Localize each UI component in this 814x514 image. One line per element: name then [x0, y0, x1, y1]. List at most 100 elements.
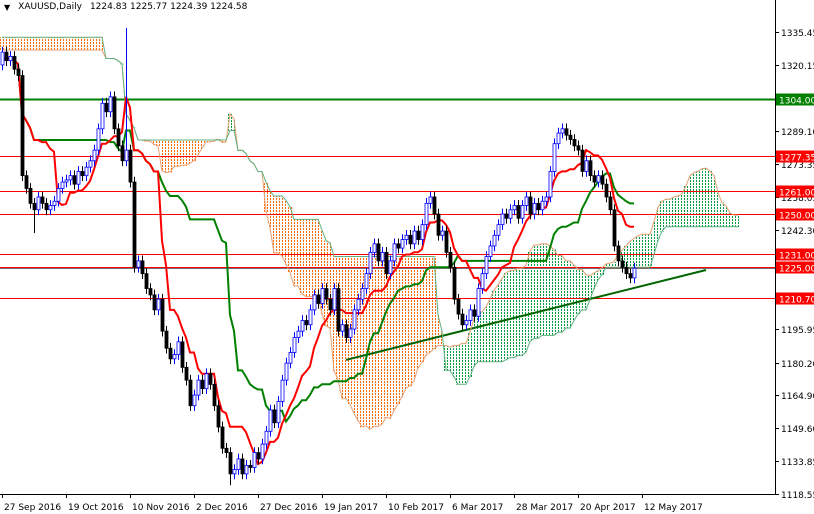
candle-body — [628, 273, 633, 279]
candle — [284, 357, 289, 386]
candle — [536, 198, 541, 216]
candle-body — [284, 362, 289, 381]
candle — [476, 283, 481, 322]
cloud-segment — [536, 244, 540, 339]
candle — [484, 251, 489, 279]
cloud-segment — [412, 256, 416, 382]
cloud-segment — [640, 234, 644, 268]
cloud-segment — [720, 202, 724, 228]
cloud-segment — [732, 215, 736, 228]
candle — [464, 315, 469, 331]
cloud-segment — [664, 199, 668, 228]
candle-body — [452, 266, 457, 300]
candle-body — [416, 230, 421, 240]
candle — [424, 198, 429, 230]
candle-body — [308, 309, 313, 326]
candle — [580, 144, 585, 177]
candle-body — [136, 260, 141, 268]
price-chart[interactable]: 1335.451320.151289.101273.351258.051242.… — [0, 0, 814, 514]
candle — [304, 315, 309, 331]
candle — [556, 127, 561, 150]
candle — [548, 166, 553, 203]
candle-body — [236, 458, 241, 471]
candle-body — [568, 134, 573, 140]
cloud-segment — [572, 265, 576, 322]
candle-body — [480, 273, 485, 289]
candle — [524, 191, 529, 211]
cloud-segment — [372, 256, 376, 427]
candle-body — [12, 55, 17, 70]
candle-body — [256, 452, 261, 460]
candle — [44, 198, 49, 216]
cloud-segment — [356, 256, 360, 421]
candle-body — [96, 128, 101, 151]
candle-body — [364, 273, 369, 289]
candle-body — [276, 401, 281, 424]
cloud-segment — [580, 269, 584, 311]
candle-body — [144, 273, 149, 289]
price-tick-label: 1164.90 — [781, 392, 814, 402]
cloud-segment — [36, 37, 40, 51]
candle — [208, 368, 213, 390]
level-label: 1231.00 — [779, 252, 814, 262]
candle-body — [548, 171, 553, 198]
cloud-segment — [684, 185, 688, 228]
cloud-segment — [668, 199, 672, 228]
cloud-segment — [296, 219, 300, 287]
cloud-segment — [460, 343, 464, 385]
candle-body — [476, 288, 481, 317]
candle — [272, 404, 277, 429]
candle-body — [156, 298, 161, 311]
candle-body — [600, 175, 605, 185]
candle-body — [420, 224, 425, 240]
cloud-segment — [504, 272, 508, 361]
cloud-segment — [288, 206, 292, 273]
candle-body — [500, 213, 505, 226]
cloud-segment — [452, 345, 456, 378]
cloud-segment — [512, 270, 516, 359]
candle — [336, 283, 341, 337]
cloud-segment — [676, 195, 680, 228]
candle-body — [192, 394, 197, 407]
candle-body — [48, 205, 53, 211]
candle — [84, 161, 89, 181]
candle — [404, 229, 409, 245]
cloud-segment — [176, 139, 180, 167]
cloud-segment — [380, 256, 384, 425]
time-tick-label: 28 Mar 2017 — [516, 503, 573, 513]
candle-body — [244, 464, 249, 475]
cloud-segment — [96, 37, 100, 51]
chart-header: ▼ XAUUSD,Daily 1224.83 1225.77 1224.39 1… — [4, 2, 247, 12]
candle — [428, 191, 433, 209]
candle — [604, 178, 609, 203]
price-tick-label: 1242.30 — [781, 227, 814, 237]
cloud-segment — [688, 175, 692, 228]
candle-body — [596, 175, 601, 183]
candle — [588, 155, 593, 181]
candle — [596, 170, 601, 188]
candle-body — [544, 196, 549, 202]
candle-body — [520, 205, 525, 219]
candle — [244, 460, 249, 480]
candle-body — [516, 205, 521, 219]
candle-body — [348, 328, 353, 338]
candle — [176, 336, 181, 360]
candle — [520, 200, 525, 224]
cloud-segment — [304, 219, 308, 298]
candle — [236, 453, 241, 475]
candle-body — [28, 188, 33, 204]
candle-body — [612, 209, 617, 247]
triangle-down-icon[interactable]: ▼ — [4, 3, 10, 12]
candle — [168, 342, 173, 365]
candle-body — [632, 267, 637, 279]
candle-body — [576, 145, 581, 151]
cloud-segment — [644, 234, 648, 268]
candle — [76, 166, 81, 190]
candle-body — [68, 175, 73, 181]
candle-body — [208, 373, 213, 385]
price-tick-label: 1195.95 — [781, 326, 814, 336]
candle-body — [168, 347, 173, 360]
cloud-segment — [396, 256, 400, 404]
candle-body — [468, 309, 473, 321]
candle-body — [572, 139, 577, 147]
